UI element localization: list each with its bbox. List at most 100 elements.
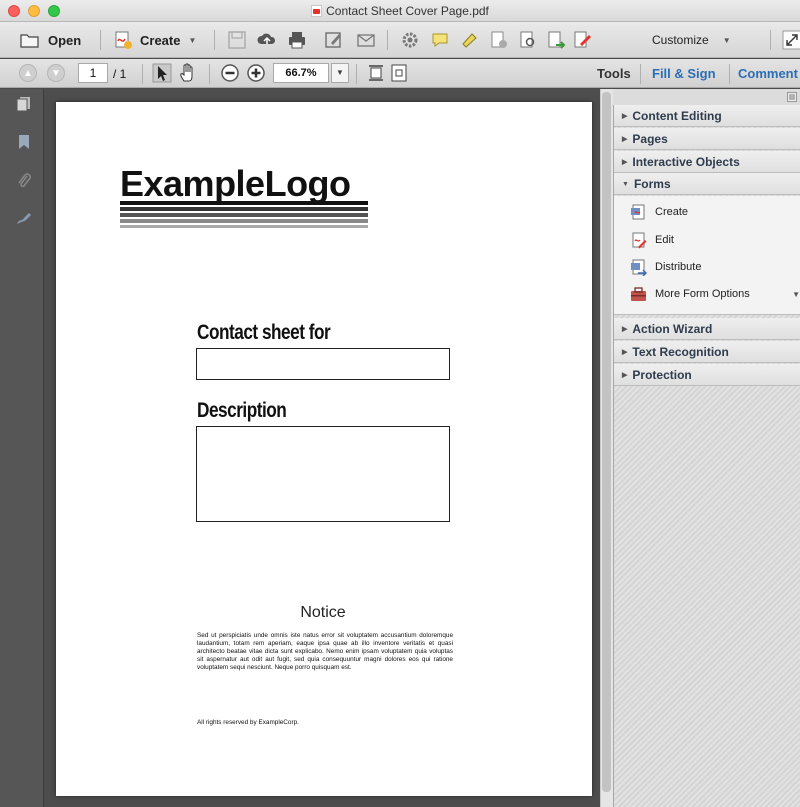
- chevron-down-icon: ▼: [792, 289, 800, 299]
- rights-text: All rights reserved by ExampleCorp.: [197, 719, 299, 726]
- edit-document-icon[interactable]: [324, 30, 344, 50]
- title-bar: Contact Sheet Cover Page.pdf: [0, 0, 800, 22]
- section-forms[interactable]: ▼ Forms: [614, 173, 800, 195]
- notice-text: Sed ut perspiciatis unde omnis iste natu…: [197, 632, 453, 672]
- expand-icon[interactable]: [782, 30, 800, 50]
- cloud-upload-icon[interactable]: [257, 30, 277, 50]
- toolbar-separator: [770, 30, 771, 50]
- create-button[interactable]: Create ▼: [113, 28, 196, 52]
- tools-pane-header: [613, 89, 800, 105]
- section-label: Interactive Objects: [632, 155, 740, 169]
- attachments-paperclip-icon[interactable]: [16, 173, 32, 189]
- toolbar-separator: [387, 30, 388, 50]
- save-icon[interactable]: [227, 30, 247, 50]
- next-page-button[interactable]: ▼: [47, 64, 65, 82]
- chevron-down-icon: ▼: [722, 35, 731, 45]
- logo-stripe: [120, 219, 368, 223]
- open-button[interactable]: Open: [20, 28, 81, 52]
- page-total: / 1: [113, 67, 127, 81]
- share-document-icon[interactable]: [546, 30, 566, 50]
- forms-edit-item[interactable]: Edit: [630, 231, 674, 249]
- triangle-right-icon: ▶: [622, 113, 628, 120]
- pane-options-icon[interactable]: [787, 92, 797, 102]
- stamp-document-icon[interactable]: [489, 30, 509, 50]
- customize-label: Customize: [652, 33, 709, 47]
- print-icon[interactable]: [287, 30, 307, 50]
- window-title: Contact Sheet Cover Page.pdf: [326, 4, 489, 18]
- toolbar-separator: [356, 64, 357, 84]
- triangle-right-icon: ▶: [622, 372, 628, 379]
- form-item-label: Create: [655, 206, 689, 218]
- hand-tool-icon[interactable]: [178, 63, 198, 83]
- left-navigation-pane: [0, 89, 44, 807]
- section-interactive-objects[interactable]: ▶ Interactive Objects: [614, 151, 800, 173]
- triangle-right-icon: ▶: [622, 136, 628, 143]
- chevron-down-icon: ▼: [188, 35, 197, 45]
- open-label: Open: [48, 32, 82, 48]
- tools-link[interactable]: Tools: [597, 66, 631, 81]
- fit-width-icon[interactable]: [366, 63, 386, 83]
- toolbar-separator: [729, 64, 730, 84]
- more-form-options-item[interactable]: More Form Options ▼: [630, 285, 800, 303]
- contact-sheet-field[interactable]: [196, 348, 450, 380]
- fill-sign-link[interactable]: Fill & Sign: [652, 66, 716, 81]
- section-label: Action Wizard: [632, 322, 713, 336]
- arrow-up-icon: ▲: [23, 67, 33, 79]
- section-text-recognition[interactable]: ▶ Text Recognition: [614, 341, 800, 363]
- comment-link[interactable]: Comment: [738, 66, 798, 81]
- page-number-input[interactable]: 1: [78, 63, 108, 83]
- fit-page-icon[interactable]: [389, 63, 409, 83]
- triangle-down-icon: ▼: [622, 181, 629, 188]
- arrow-down-icon: ▼: [51, 67, 61, 79]
- notice-heading: Notice: [300, 604, 346, 621]
- highlight-icon[interactable]: [460, 30, 480, 50]
- forms-distribute-item[interactable]: Distribute: [630, 258, 701, 276]
- signatures-icon[interactable]: [16, 211, 32, 227]
- zoom-out-icon[interactable]: [220, 63, 240, 83]
- create-label: Create: [140, 32, 181, 48]
- section-label: Content Editing: [632, 109, 722, 123]
- description-label: Description: [197, 399, 287, 422]
- example-logo: ExampleLogo: [120, 163, 351, 204]
- navigation-toolbar: ▲ ▼ 1 / 1 66.7% ▼ Tools Fill & Sign Comm…: [0, 59, 800, 88]
- section-content-editing[interactable]: ▶ Content Editing: [614, 105, 800, 127]
- review-document-icon[interactable]: [518, 30, 538, 50]
- form-item-label: Distribute: [655, 261, 702, 273]
- zoom-dropdown-button[interactable]: ▼: [331, 63, 349, 83]
- section-protection[interactable]: ▶ Protection: [614, 364, 800, 386]
- logo-stripe: [120, 225, 368, 228]
- zoom-level-input[interactable]: 66.7%: [273, 63, 329, 83]
- bookmarks-icon[interactable]: [16, 134, 32, 150]
- pdf-file-icon: [311, 5, 323, 17]
- sign-document-icon[interactable]: [572, 30, 592, 50]
- edit-form-icon: [632, 232, 647, 248]
- previous-page-button[interactable]: ▲: [19, 64, 37, 82]
- section-pages[interactable]: ▶ Pages: [614, 128, 800, 150]
- customize-button[interactable]: Customize ▼: [652, 28, 731, 52]
- section-label: Protection: [632, 368, 692, 382]
- logo-stripe: [120, 201, 368, 205]
- toolbar-separator: [640, 64, 641, 84]
- settings-gear-icon[interactable]: [400, 30, 420, 50]
- form-item-label: More Form Options: [655, 288, 750, 300]
- section-label: Forms: [633, 177, 671, 191]
- distribute-form-icon: [631, 259, 647, 276]
- zoom-in-icon[interactable]: [246, 63, 266, 83]
- select-cursor-icon[interactable]: [152, 63, 172, 83]
- section-action-wizard[interactable]: ▶ Action Wizard: [614, 318, 800, 340]
- email-icon[interactable]: [356, 30, 376, 50]
- folder-icon: [20, 34, 39, 48]
- scrollbar-thumb[interactable]: [602, 92, 611, 792]
- description-field[interactable]: [196, 426, 450, 522]
- logo-stripe: [120, 213, 368, 217]
- page-thumbnails-icon[interactable]: [16, 96, 32, 112]
- window-title-wrap: Contact Sheet Cover Page.pdf: [0, 4, 800, 18]
- toolbox-icon: [631, 286, 646, 301]
- triangle-right-icon: ▶: [622, 159, 628, 166]
- comment-bubble-icon[interactable]: [430, 30, 450, 50]
- toolbar-separator: [209, 64, 210, 84]
- main-toolbar: Open Create ▼ Customize ▼: [0, 22, 800, 58]
- toolbar-separator: [214, 30, 215, 50]
- forms-create-item[interactable]: Create: [630, 203, 688, 221]
- chevron-down-icon: ▼: [336, 68, 344, 77]
